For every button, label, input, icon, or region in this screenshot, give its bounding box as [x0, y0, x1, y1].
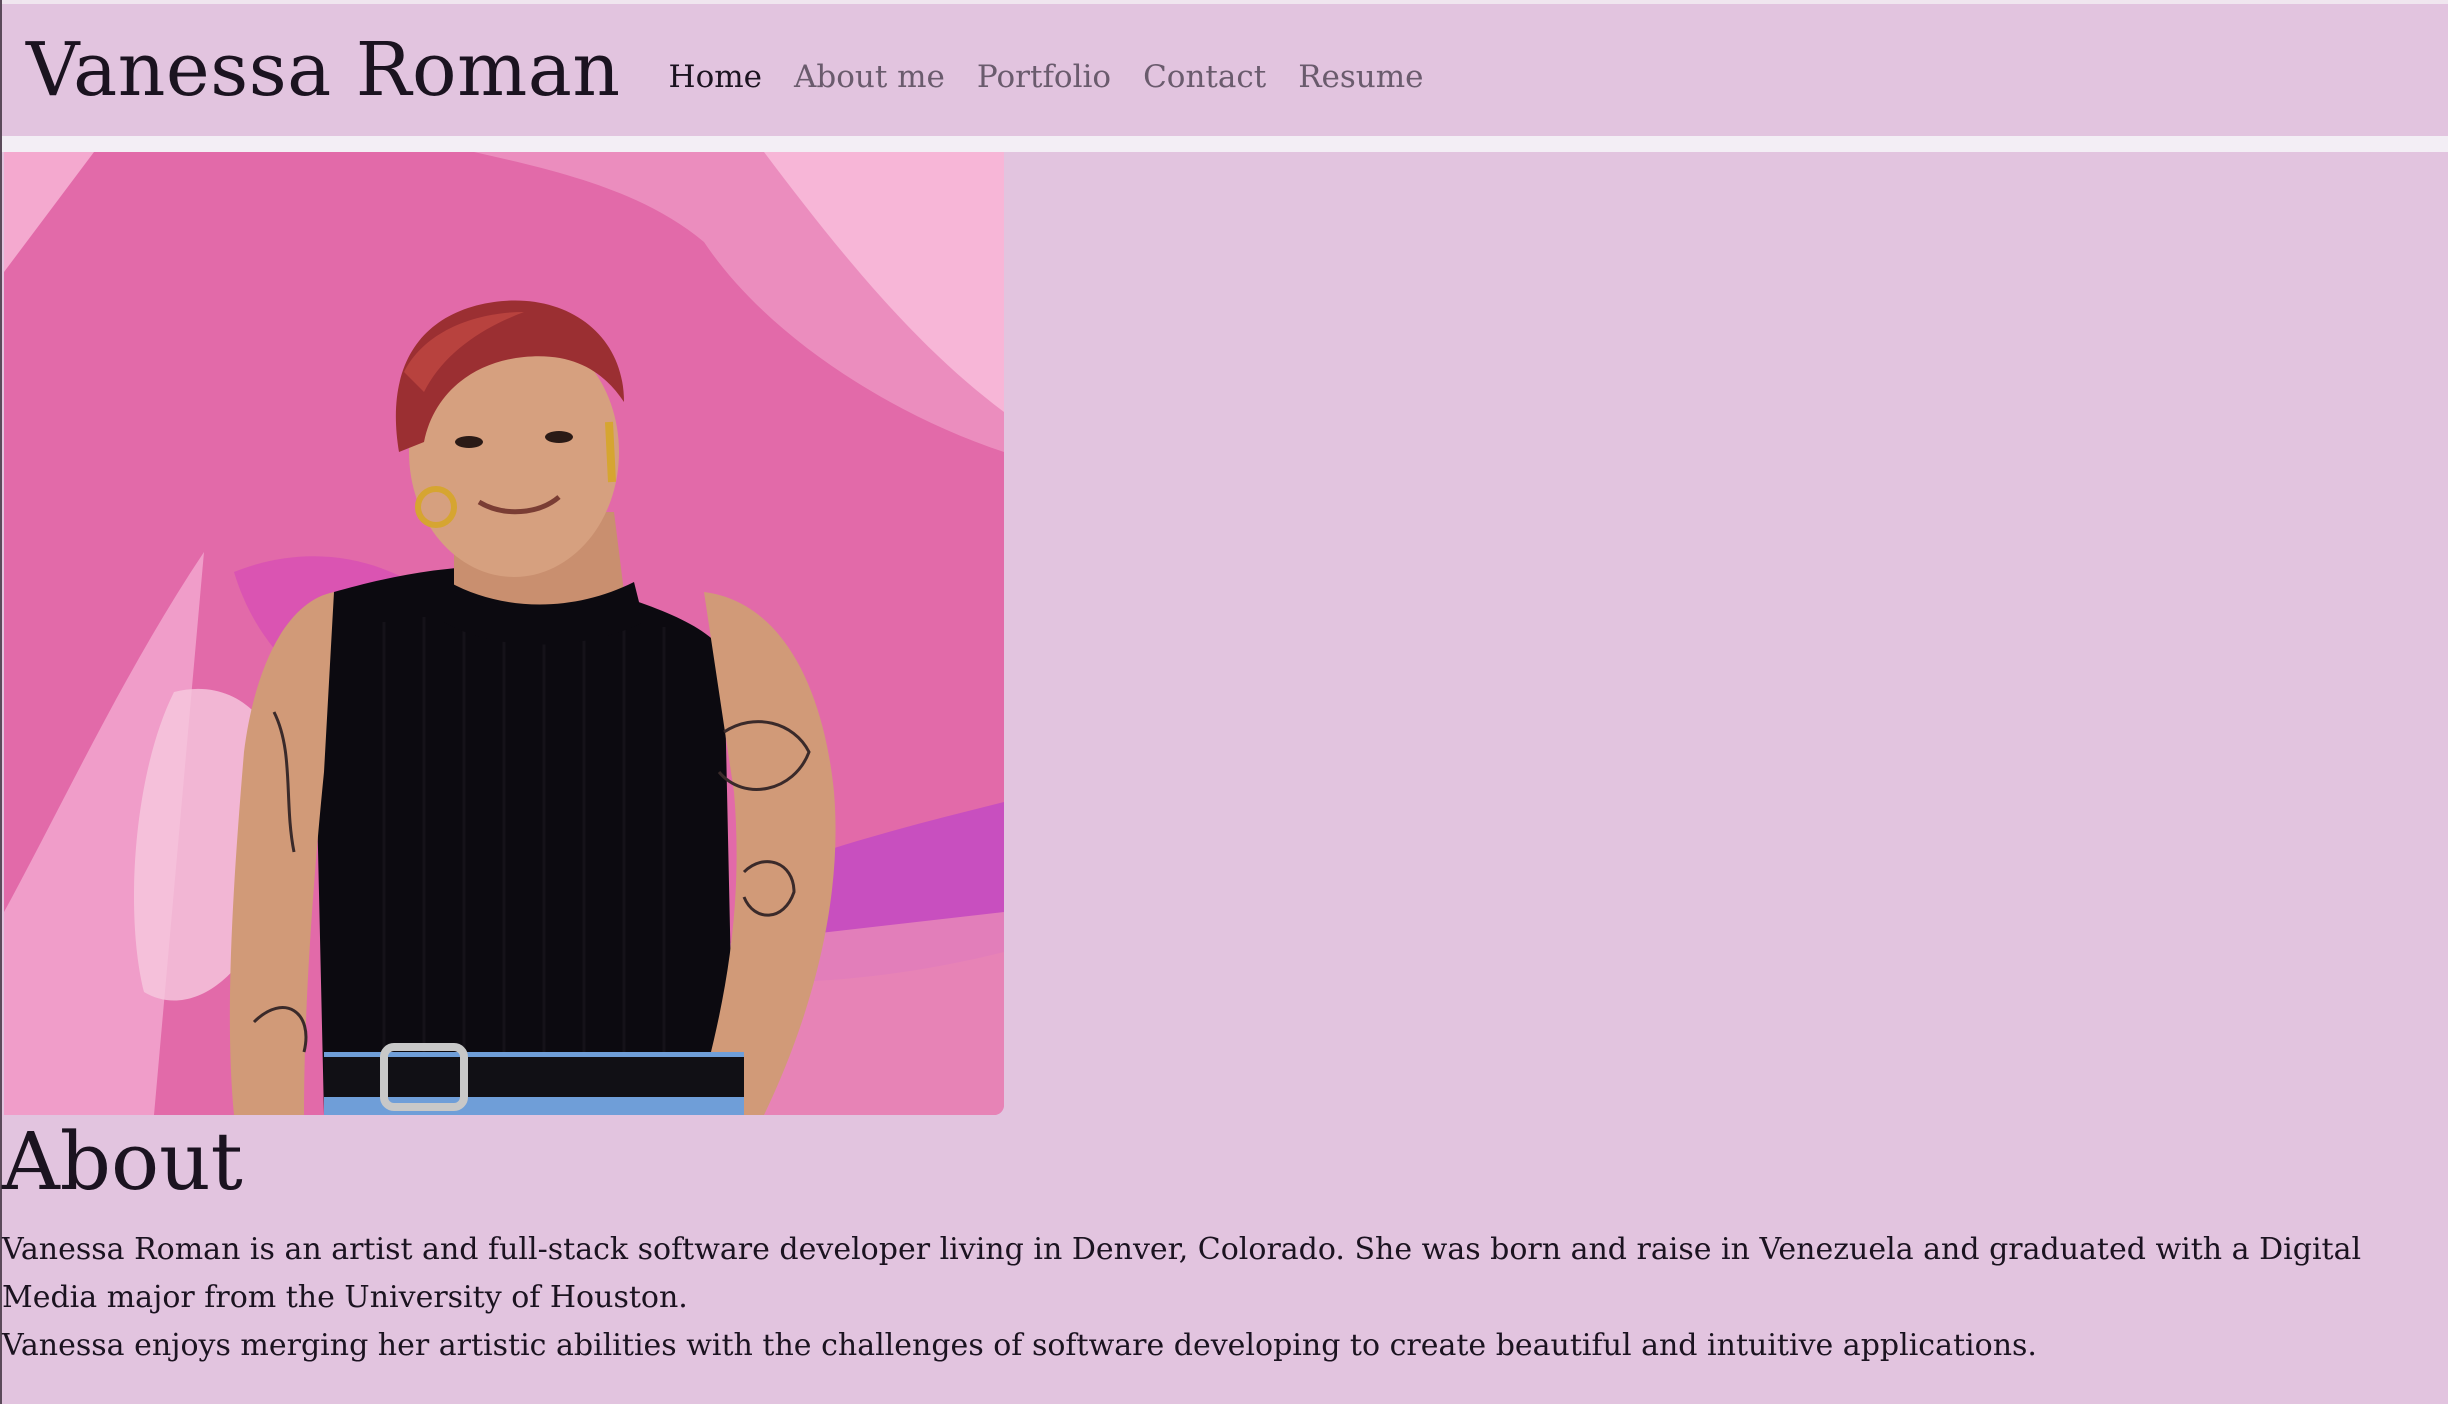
nav-portfolio[interactable]: Portfolio: [977, 59, 1111, 95]
site-brand[interactable]: Vanessa Roman: [26, 33, 621, 107]
main-nav: Home About me Portfolio Contact Resume: [669, 59, 1456, 95]
about-paragraph-1: Vanessa Roman is an artist and full-stac…: [2, 1232, 2362, 1315]
about-paragraph-2: Vanessa enjoys merging her artistic abil…: [2, 1328, 2037, 1363]
nav-home[interactable]: Home: [669, 59, 762, 95]
page: Vanessa Roman Home About me Portfolio Co…: [0, 0, 2448, 1404]
header-separator: [2, 136, 2448, 152]
nav-contact[interactable]: Contact: [1143, 59, 1266, 95]
portrait-illustration: [4, 152, 1004, 1115]
about-heading: About: [2, 1115, 243, 1208]
nav-about-me[interactable]: About me: [794, 59, 945, 95]
about-text: Vanessa Roman is an artist and full-stac…: [2, 1226, 2402, 1370]
hero-portrait-image: [4, 152, 1004, 1115]
nav-resume[interactable]: Resume: [1298, 59, 1423, 95]
navbar: Vanessa Roman Home About me Portfolio Co…: [2, 4, 2448, 136]
